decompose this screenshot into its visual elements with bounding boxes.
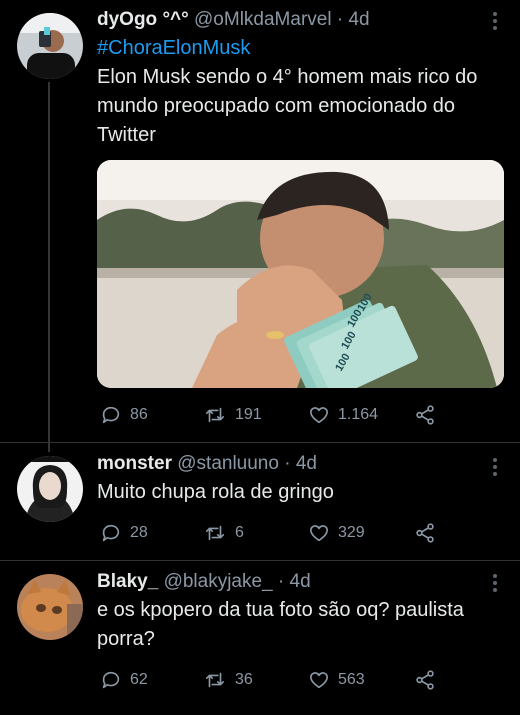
display-name[interactable]: monster [97,453,172,474]
share-icon [416,405,434,425]
tweet-text: e os kpopero da tua foto são oq? paulist… [97,599,464,650]
retweet-count: 36 [235,671,253,688]
share-icon [416,670,434,690]
display-name[interactable]: dyOgo °^° [97,9,189,30]
reply-icon [102,671,120,689]
timestamp[interactable]: 4d [296,453,317,474]
heart-icon [309,672,329,689]
avatar[interactable] [17,13,83,79]
more-options-icon[interactable] [492,458,498,479]
reply-button[interactable]: 28 [100,522,148,544]
like-count: 1.164 [338,406,379,423]
share-button[interactable] [414,669,436,691]
display-name[interactable]: Blaky_ [97,571,158,592]
user-handle[interactable]: @oMlkdaMarvel [194,9,332,30]
reply-button[interactable]: 62 [100,669,148,691]
retweet-icon [205,525,225,541]
retweet-icon [205,407,225,423]
like-count: 329 [338,524,365,541]
reply-count: 62 [130,671,148,688]
like-count: 563 [338,671,365,688]
tweet-main[interactable]: dyOgo °^° @oMlkdaMarvel · 4d #ChoraElonM… [0,0,520,452]
like-button[interactable]: 563 [308,669,365,691]
retweet-button[interactable]: 6 [203,522,244,544]
like-button[interactable]: 329 [308,522,365,544]
tweet-text: Muito chupa rola de gringo [97,481,334,503]
tweet-actions: 62 36 563 [100,669,460,693]
share-icon [416,523,434,543]
user-handle[interactable]: @stanluuno [177,453,279,474]
separator-dot: · [336,9,344,30]
reply-count: 28 [130,524,148,541]
retweet-button[interactable]: 191 [203,404,262,426]
tweet-media-image[interactable]: 100 100 100 100 [97,160,504,388]
tweet-reply[interactable]: Blaky_ @blakyjake_ · 4d e os kpopero da … [0,560,520,715]
reply-button[interactable]: 86 [100,404,148,426]
tweet-header: monster @stanluuno · 4d [97,452,500,476]
tweet-text-body: Elon Musk sendo o 4° homem mais rico do … [97,66,478,146]
reply-icon [102,524,120,542]
timestamp[interactable]: 4d [348,9,369,30]
avatar[interactable] [17,456,83,522]
retweet-icon [205,672,225,688]
tweet-reply[interactable]: monster @stanluuno · 4d Muito chupa rola… [0,442,520,560]
more-options-icon[interactable] [492,12,498,33]
separator-dot: · [284,453,291,474]
tweet-actions: 86 191 1.164 [100,404,460,428]
tweet-header: Blaky_ @blakyjake_ · 4d [97,570,500,594]
avatar[interactable] [17,574,83,640]
retweet-count: 6 [235,524,244,541]
share-button[interactable] [414,522,436,544]
share-button[interactable] [414,404,436,426]
timestamp[interactable]: 4d [290,571,311,592]
retweet-count: 191 [235,406,262,423]
reply-count: 86 [130,406,148,423]
more-options-icon[interactable] [492,574,498,595]
heart-icon [309,407,329,424]
user-handle[interactable]: @blakyjake_ [164,571,273,592]
tweet-actions: 28 6 329 [100,522,460,546]
separator-dot: · [277,571,285,592]
reply-icon [102,406,120,424]
like-button[interactable]: 1.164 [308,404,378,426]
tweet-text: #ChoraElonMusk Elon Musk sendo o 4° home… [97,34,500,150]
heart-icon [309,525,329,542]
hashtag-link[interactable]: #ChoraElonMusk [97,34,500,63]
retweet-button[interactable]: 36 [203,669,253,691]
tweet-header: dyOgo °^° @oMlkdaMarvel · 4d [97,8,500,32]
